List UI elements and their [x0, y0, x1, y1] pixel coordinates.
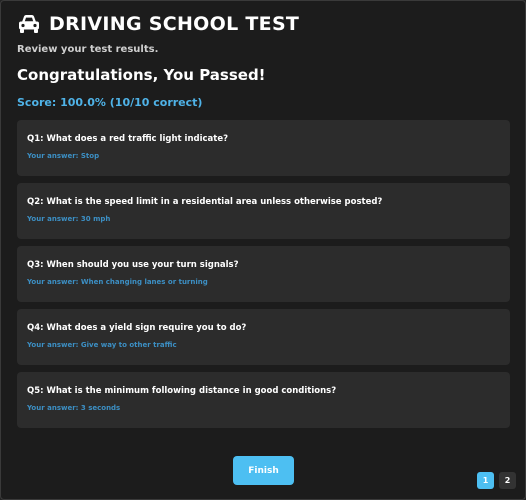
page-title: DRIVING SCHOOL TEST — [49, 13, 300, 35]
question-card: Q4: What does a yield sign require you t… — [17, 309, 510, 365]
question-card: Q2: What is the speed limit in a residen… — [17, 183, 510, 239]
page-subtitle: Review your test results. — [17, 44, 159, 55]
car-icon — [19, 15, 39, 33]
answer-text: Your answer: Stop — [27, 152, 100, 160]
question-text: Q3: When should you use your turn signal… — [27, 260, 239, 270]
header: DRIVING SCHOOL TEST — [17, 13, 299, 35]
question-card: Q1: What does a red traffic light indica… — [17, 120, 510, 176]
score-summary: Score: 100.0% (10/10 correct) — [17, 96, 203, 109]
question-text: Q5: What is the minimum following distan… — [27, 386, 337, 396]
test-results-window: DRIVING SCHOOL TEST Review your test res… — [0, 0, 526, 500]
question-list: Q1: What does a red traffic light indica… — [17, 120, 510, 435]
question-card: Q3: When should you use your turn signal… — [17, 246, 510, 302]
page-2-button[interactable]: 2 — [499, 472, 516, 489]
finish-button[interactable]: Finish — [233, 456, 294, 485]
question-text: Q2: What is the speed limit in a residen… — [27, 197, 383, 207]
answer-text: Your answer: 30 mph — [27, 215, 111, 223]
question-text: Q4: What does a yield sign require you t… — [27, 323, 247, 333]
page-1-button[interactable]: 1 — [477, 472, 494, 489]
question-text: Q1: What does a red traffic light indica… — [27, 134, 229, 144]
pagination: 1 2 — [477, 472, 521, 489]
answer-text: Your answer: 3 seconds — [27, 404, 121, 412]
answer-text: Your answer: Give way to other traffic — [27, 341, 177, 349]
result-heading: Congratulations, You Passed! — [17, 66, 266, 84]
question-card: Q5: What is the minimum following distan… — [17, 372, 510, 428]
answer-text: Your answer: When changing lanes or turn… — [27, 278, 208, 286]
